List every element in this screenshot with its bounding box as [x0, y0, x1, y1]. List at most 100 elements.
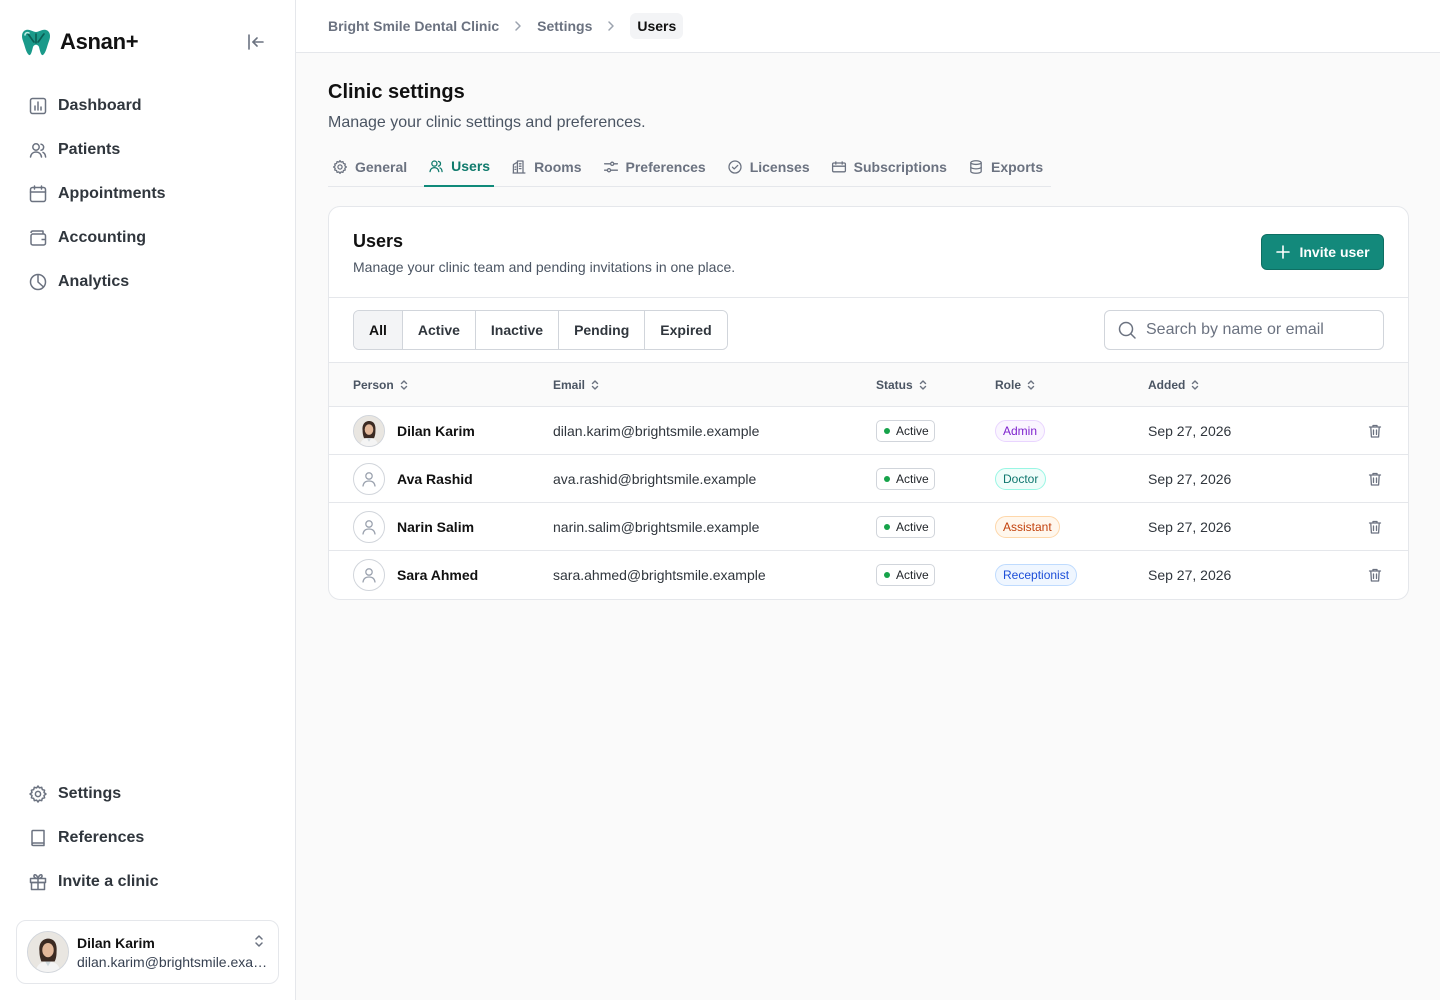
nav-item-settings[interactable]: Settings [16, 772, 280, 816]
user-placeholder-icon [362, 568, 376, 583]
avatar [353, 511, 385, 543]
status-dot [884, 572, 890, 578]
current-user-menu[interactable]: Dilan Karim dilan.karim@brightsmile.exam… [16, 920, 279, 984]
secondary-nav: Settings References Invite a clinic [16, 772, 280, 904]
status-dot [884, 524, 890, 530]
app-name: Asnan+ [60, 29, 139, 54]
table-row[interactable]: Ava Rashid ava.rashid@brightsmile.exampl… [329, 455, 1408, 503]
tab-users[interactable]: Users [424, 147, 495, 187]
nav-item-dashboard[interactable]: Dashboard [16, 84, 280, 128]
person-cell: Sara Ahmed [353, 551, 478, 599]
filter-active[interactable]: Active [402, 311, 476, 349]
tab-label: Licenses [749, 159, 810, 175]
chevron-right-icon [513, 20, 523, 32]
users-card-title: Users [353, 231, 404, 251]
nav-item-analytics[interactable]: Analytics [16, 260, 280, 304]
nav-item-accounting[interactable]: Accounting [16, 216, 280, 260]
column-person[interactable]: Person [353, 363, 409, 407]
trash-icon [1368, 568, 1382, 582]
tab-label: Exports [990, 159, 1044, 175]
tab-subscriptions[interactable]: Subscriptions [827, 147, 951, 187]
status-label: Active [896, 520, 929, 534]
added-cell: Sep 27, 2026 [1148, 471, 1232, 487]
current-user-email: dilan.karim@brightsmile.example [77, 953, 268, 970]
tab-label: Users [451, 158, 491, 174]
status-cell: Active [876, 455, 935, 503]
chart-icon [29, 97, 47, 115]
breadcrumb-settings[interactable]: Settings [537, 18, 592, 34]
ticket-icon [831, 161, 846, 173]
current-user-name: Dilan Karim [77, 934, 155, 951]
tab-preferences[interactable]: Preferences [599, 147, 710, 187]
role-cell: Admin [995, 407, 1046, 455]
table-row[interactable]: Narin Salim narin.salim@brightsmile.exam… [329, 503, 1408, 551]
page-subtitle: Manage your clinic settings and preferen… [328, 114, 646, 131]
role-badge: Receptionist [995, 564, 1078, 586]
filter-expired[interactable]: Expired [645, 311, 727, 349]
nav-item-invite-clinic[interactable]: Invite a clinic [16, 860, 280, 904]
table-row[interactable]: Dilan Karim dilan.karim@brightsmile.exam… [329, 407, 1408, 455]
tab-licenses[interactable]: Licenses [723, 147, 814, 187]
status-label: Active [896, 424, 929, 438]
nav-label: Patients [58, 141, 121, 158]
status-label: Active [896, 568, 929, 582]
status-dot [884, 476, 890, 482]
collapse-sidebar-button[interactable] [244, 30, 268, 54]
nav-label: Dashboard [58, 97, 142, 114]
avatar [353, 559, 385, 591]
book-icon [31, 829, 45, 847]
column-label: Added [1148, 378, 1186, 392]
column-email[interactable]: Email [553, 363, 600, 407]
tab-label: Subscriptions [853, 159, 947, 175]
table-row[interactable]: Sara Ahmed sara.ahmed@brightsmile.exampl… [329, 551, 1408, 599]
role-badge: Admin [995, 420, 1046, 442]
status-label: Active [896, 472, 929, 486]
column-added[interactable]: Added [1148, 363, 1200, 407]
nav-item-patients[interactable]: Patients [16, 128, 280, 172]
column-status[interactable]: Status [876, 363, 928, 407]
role-badge: Doctor [995, 468, 1047, 490]
delete-user-button[interactable] [1367, 503, 1383, 551]
search-icon [1118, 321, 1136, 339]
person-name: Sara Ahmed [397, 567, 479, 583]
user-placeholder-icon [362, 520, 376, 535]
page-title: Clinic settings [328, 81, 465, 103]
sliders-icon [603, 161, 618, 173]
building-icon [512, 160, 526, 174]
tab-label: General [355, 159, 408, 175]
filter-all[interactable]: All [354, 311, 403, 349]
user-photo-icon [354, 416, 384, 446]
tab-exports[interactable]: Exports [964, 147, 1047, 187]
tab-rooms[interactable]: Rooms [507, 147, 585, 187]
breadcrumb-clinic[interactable]: Bright Smile Dental Clinic [328, 18, 499, 34]
status-filter: All Active Inactive Pending Expired [353, 310, 728, 350]
users-icon [429, 160, 443, 173]
tab-general[interactable]: General [328, 147, 411, 187]
trash-icon [1368, 472, 1382, 486]
status-badge: Active [876, 516, 935, 538]
filter-inactive[interactable]: Inactive [475, 311, 560, 349]
sort-icon [919, 380, 926, 390]
app-logo[interactable]: Asnan+ [20, 26, 139, 58]
trash-icon [1368, 424, 1382, 438]
invite-user-button[interactable]: Invite user [1261, 234, 1384, 270]
column-role[interactable]: Role [995, 363, 1036, 407]
status-badge: Active [876, 468, 935, 490]
nav-item-appointments[interactable]: Appointments [16, 172, 280, 216]
search-input[interactable] [1146, 321, 1366, 339]
nav-label: Appointments [58, 185, 166, 202]
status-cell: Active [876, 407, 935, 455]
role-badge: Assistant [995, 516, 1060, 538]
email-cell: dilan.karim@brightsmile.example [553, 423, 760, 439]
delete-user-button[interactable] [1367, 407, 1383, 455]
tab-label: Rooms [534, 159, 582, 175]
person-name: Ava Rashid [397, 471, 473, 487]
delete-user-button[interactable] [1367, 455, 1383, 503]
added-cell: Sep 27, 2026 [1148, 519, 1232, 535]
status-cell: Active [876, 503, 935, 551]
added-cell: Sep 27, 2026 [1148, 567, 1232, 583]
filter-pending[interactable]: Pending [559, 311, 646, 349]
chevron-right-icon [606, 20, 616, 32]
nav-item-references[interactable]: References [16, 816, 280, 860]
delete-user-button[interactable] [1367, 551, 1383, 599]
